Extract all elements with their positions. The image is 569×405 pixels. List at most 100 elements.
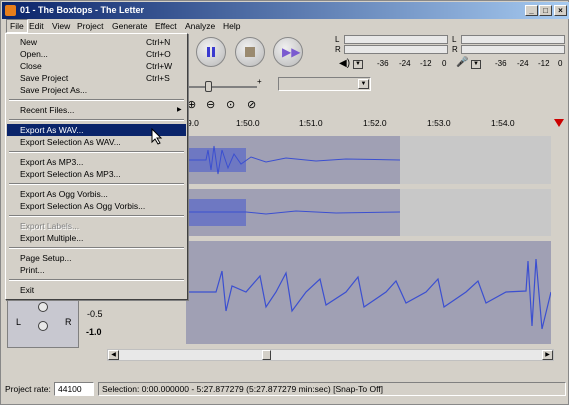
pan-knob[interactable]	[38, 321, 48, 331]
scroll-thumb[interactable]	[262, 350, 271, 360]
menu-open[interactable]: Open... Ctrl+O	[7, 48, 186, 60]
close-button[interactable]: ×	[554, 5, 567, 16]
waveform	[186, 199, 401, 226]
play-meter-right	[344, 45, 448, 54]
vertical-scale-label: -1.0	[86, 327, 102, 337]
menu-generate[interactable]: Generate	[109, 19, 150, 33]
rec-meter-right	[461, 45, 565, 54]
rec-scale-0: 0	[558, 59, 563, 68]
menu-save-project-as[interactable]: Save Project As...	[7, 84, 186, 96]
waveform	[186, 258, 551, 330]
microphone-icon[interactable]: 🎤	[456, 57, 468, 68]
menu-recent-files[interactable]: Recent Files... ▶	[7, 104, 186, 116]
menu-edit[interactable]: Edit	[26, 19, 47, 33]
play-meter-left	[344, 35, 448, 44]
menu-export-labels: Export Labels...	[20, 221, 80, 231]
play-scale-0: 0	[442, 59, 447, 68]
menu-exit[interactable]: Exit	[7, 284, 186, 296]
fit-selection-icon[interactable]: ⊙	[226, 98, 235, 111]
waveform	[186, 145, 401, 175]
window-title: 01 - The Boxtops - The Letter	[20, 5, 145, 15]
menu-export-multiple[interactable]: Export Multiple...	[7, 232, 186, 244]
menu-file[interactable]: File	[6, 19, 28, 33]
rec-meter-dropdown[interactable]: ▼	[471, 60, 481, 69]
stop-button[interactable]	[235, 37, 265, 67]
ruler-label: 1:53.0	[427, 118, 451, 128]
menu-separator	[9, 99, 184, 101]
gain-plus-label: +	[257, 77, 262, 86]
title-bar[interactable]: 01 - The Boxtops - The Letter _ □ ×	[2, 2, 569, 19]
meter-rec-right-label: R	[452, 45, 458, 54]
device-dropdown[interactable]: ▼	[278, 77, 371, 91]
selection-status: Selection: 0:00.000000 - 5:27.877279 (5:…	[98, 382, 566, 396]
rec-scale-12: -12	[538, 59, 550, 68]
rec-scale-36: -36	[495, 59, 507, 68]
track-1[interactable]	[186, 136, 551, 184]
menu-analyze[interactable]: Analyze	[182, 19, 218, 33]
menu-separator	[9, 215, 184, 217]
pan-right-label: R	[65, 317, 72, 327]
menu-export-selection-mp3[interactable]: Export Selection As MP3...	[7, 168, 186, 180]
vertical-scale-label: -0.5	[87, 309, 103, 319]
menu-page-setup[interactable]: Page Setup...	[7, 252, 186, 264]
menu-close[interactable]: Close Ctrl+W	[7, 60, 186, 72]
menu-export-mp3[interactable]: Export As MP3...	[7, 156, 186, 168]
skip-end-button[interactable]: ▶▶	[273, 37, 303, 67]
ruler-label: 1:54.0	[491, 118, 515, 128]
play-scale-12: -12	[420, 59, 432, 68]
pause-icon	[207, 47, 210, 57]
audacity-icon	[5, 5, 16, 16]
menu-export-selection-ogg[interactable]: Export Selection As Ogg Vorbis...	[7, 200, 186, 212]
fit-project-icon[interactable]: ⊘	[247, 98, 256, 111]
mouse-cursor-icon	[151, 128, 163, 145]
menu-separator	[9, 247, 184, 249]
menu-new[interactable]: New Ctrl+N	[7, 36, 186, 48]
skip-end-icon: ▶▶	[282, 45, 301, 59]
chevron-down-icon: ▼	[358, 79, 369, 89]
menu-help[interactable]: Help	[220, 19, 243, 33]
track-2[interactable]	[186, 189, 551, 236]
play-meter-dropdown[interactable]: ▼	[353, 60, 363, 69]
stop-icon	[245, 47, 255, 57]
menu-separator	[9, 119, 184, 121]
file-menu-dropdown: New Ctrl+N Open... Ctrl+O Close Ctrl+W Save…	[5, 33, 188, 300]
scroll-right-icon[interactable]: ▶	[542, 350, 553, 360]
menu-separator	[9, 279, 184, 281]
rec-scale-24: -24	[517, 59, 529, 68]
scroll-left-icon[interactable]: ◀	[108, 350, 119, 360]
pan-left-label: L	[16, 317, 22, 327]
speaker-icon[interactable]: ◀)	[339, 58, 350, 69]
menu-save-project[interactable]: Save Project Ctrl+S	[7, 72, 186, 84]
track-3[interactable]	[186, 241, 551, 344]
meter-play-left-label: L	[335, 35, 340, 44]
menu-project[interactable]: Project	[74, 19, 106, 33]
menu-effect[interactable]: Effect	[152, 19, 180, 33]
play-scale-24: -24	[399, 59, 411, 68]
timeline-ruler[interactable]: 9.0 1:50.0 1:51.0 1:52.0 1:53.0 1:54.0	[186, 118, 554, 131]
menu-print[interactable]: Print...	[7, 264, 186, 276]
menu-bar: File Edit View Project Generate Effect A…	[2, 19, 569, 33]
gain-knob[interactable]	[38, 302, 48, 312]
status-bar: Project rate: 44100 Selection: 0:00.0000…	[2, 382, 569, 396]
horizontal-scrollbar[interactable]: ◀ ▶	[107, 349, 554, 361]
zoom-in-icon[interactable]: ⊕	[187, 98, 196, 111]
app-window: 01 - The Boxtops - The Letter _ □ × File…	[0, 0, 569, 405]
play-scale-36: -36	[377, 59, 389, 68]
menu-view[interactable]: View	[49, 19, 73, 33]
rec-meter-left	[461, 35, 565, 44]
pause-button[interactable]	[196, 37, 226, 67]
playhead-marker[interactable]	[554, 119, 564, 127]
menu-separator	[9, 151, 184, 153]
ruler-label: 1:51.0	[299, 118, 323, 128]
ruler-label: 1:52.0	[363, 118, 387, 128]
menu-export-ogg[interactable]: Export As Ogg Vorbis...	[7, 188, 186, 200]
meter-rec-left-label: L	[452, 35, 457, 44]
ruler-label: 1:50.0	[236, 118, 260, 128]
meter-play-right-label: R	[335, 45, 341, 54]
project-rate-field[interactable]: 44100	[54, 382, 94, 396]
minimize-button[interactable]: _	[525, 5, 538, 16]
gain-slider-thumb[interactable]	[205, 81, 212, 92]
maximize-button[interactable]: □	[539, 5, 552, 16]
zoom-out-icon[interactable]: ⊖	[206, 98, 215, 111]
menu-separator	[9, 183, 184, 185]
